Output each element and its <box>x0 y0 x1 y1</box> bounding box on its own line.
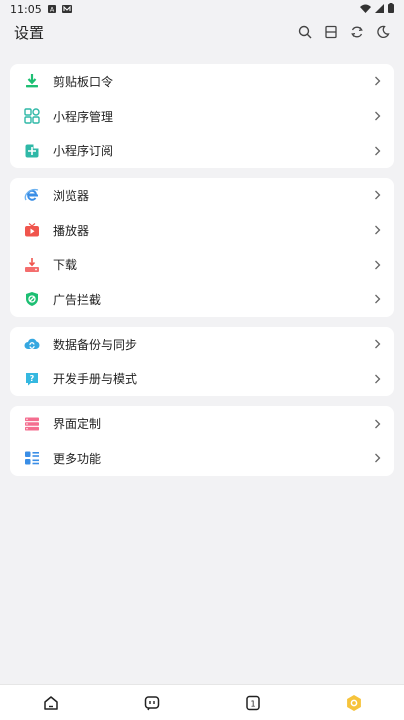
status-bar: 11:05 A <box>0 0 404 18</box>
settings-item-ui-custom[interactable]: 界面定制 <box>10 406 394 441</box>
grid-apps-icon <box>24 108 40 124</box>
settings-item-label: 播放器 <box>53 223 90 238</box>
chevron-right-icon <box>374 374 382 384</box>
settings-tab-icon[interactable] <box>344 693 364 713</box>
clipboard-download-icon <box>24 73 40 89</box>
settings-item-label: 数据备份与同步 <box>53 337 138 352</box>
page-title: 设置 <box>14 23 45 42</box>
settings-group-2: 浏览器 播放器 下载 广告拦截 <box>10 178 394 317</box>
settings-group-1: 剪贴板口令 小程序管理 小程序订阅 <box>10 64 394 169</box>
app-header: 设置 <box>0 18 404 46</box>
player-icon <box>24 222 40 238</box>
night-mode-icon[interactable] <box>374 23 392 41</box>
settings-item-more[interactable]: 更多功能 <box>10 441 394 476</box>
settings-item-miniapp-subscribe[interactable]: 小程序订阅 <box>10 133 394 168</box>
home-icon[interactable] <box>41 693 61 713</box>
subscribe-icon <box>24 143 40 159</box>
browser-icon <box>24 187 40 203</box>
tabs-count: 1 <box>250 699 255 708</box>
settings-item-label: 更多功能 <box>53 451 102 466</box>
chevron-right-icon <box>374 111 382 121</box>
settings-item-label: 剪贴板口令 <box>53 74 114 89</box>
chevron-right-icon <box>374 76 382 86</box>
download-icon <box>24 257 40 273</box>
svg-text:?: ? <box>30 374 35 383</box>
settings-item-label: 下载 <box>53 258 78 273</box>
settings-item-download[interactable]: 下载 <box>10 247 394 282</box>
settings-item-backup-sync[interactable]: 数据备份与同步 <box>10 327 394 362</box>
layout-icon[interactable] <box>322 23 340 41</box>
shield-icon <box>24 291 40 307</box>
settings-item-label: 小程序管理 <box>53 109 114 124</box>
settings-item-label: 浏览器 <box>53 188 90 203</box>
chat-icon[interactable] <box>142 693 162 713</box>
chevron-right-icon <box>374 419 382 429</box>
chevron-right-icon <box>374 190 382 200</box>
help-icon: ? <box>24 371 40 387</box>
ui-layers-icon <box>24 416 40 432</box>
tabs-counter-icon[interactable]: 1 <box>243 693 263 713</box>
cloud-sync-icon <box>24 336 40 352</box>
signal-icon <box>375 3 384 16</box>
refresh-icon[interactable] <box>348 23 366 41</box>
settings-group-4: 界面定制 更多功能 <box>10 406 394 476</box>
settings-item-label: 开发手册与模式 <box>53 372 138 387</box>
settings-group-3: 数据备份与同步 ? 开发手册与模式 <box>10 326 394 397</box>
settings-item-label: 广告拦截 <box>53 292 102 307</box>
more-list-icon <box>24 450 40 466</box>
settings-item-miniapp-manage[interactable]: 小程序管理 <box>10 99 394 134</box>
bottom-nav: 1 <box>0 684 404 720</box>
settings-item-clipboard[interactable]: 剪贴板口令 <box>10 64 394 99</box>
battery-icon <box>388 2 394 16</box>
chevron-right-icon <box>374 225 382 235</box>
notification-a-icon: A <box>47 3 56 16</box>
chevron-right-icon <box>374 146 382 156</box>
settings-item-browser[interactable]: 浏览器 <box>10 178 394 213</box>
notification-m-icon <box>61 3 72 16</box>
chevron-right-icon <box>374 339 382 349</box>
chevron-right-icon <box>374 294 382 304</box>
settings-item-player[interactable]: 播放器 <box>10 213 394 248</box>
wifi-icon <box>360 3 371 16</box>
settings-item-label: 小程序订阅 <box>53 144 114 159</box>
settings-item-dev-manual[interactable]: ? 开发手册与模式 <box>10 362 394 397</box>
status-time: 11:05 <box>10 2 42 16</box>
search-icon[interactable] <box>296 23 314 41</box>
settings-item-adblock[interactable]: 广告拦截 <box>10 282 394 317</box>
chevron-right-icon <box>374 260 382 270</box>
settings-item-label: 界面定制 <box>53 417 102 432</box>
chevron-right-icon <box>374 453 382 463</box>
